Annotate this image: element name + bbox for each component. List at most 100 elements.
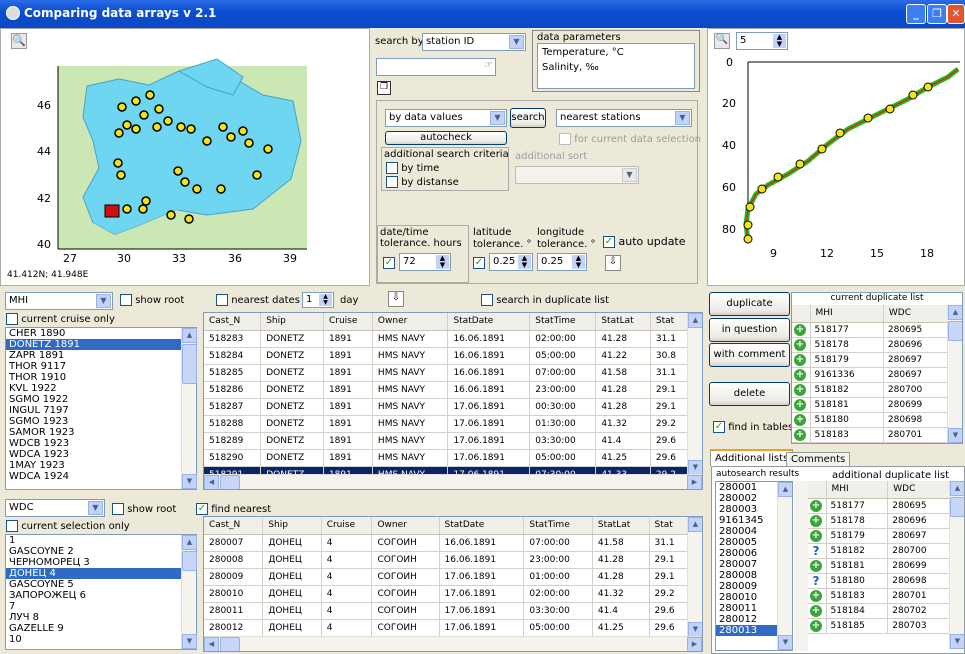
param-item[interactable]: Salinity, ‰ [538,61,694,74]
source-select-bottom[interactable]: WDC ▼ [5,499,105,517]
list-item[interactable]: GAZELLE 9 [6,623,196,634]
column-header[interactable]: Cast_N [204,517,264,535]
additional-sort-select[interactable]: ▼ [515,166,639,184]
table-row[interactable]: 518288 DONETZ 1891 HMS NAVY 17.06.1891 01:30:… [204,415,689,433]
cruise-list[interactable]: CHER 1890 DONETZ 1891 ZAPR 1891 THOR 9117 TH… [5,327,197,490]
by-time-checkbox[interactable]: by time [386,162,439,174]
column-header[interactable]: Owner [372,313,449,331]
list-splitter[interactable] [794,481,808,651]
list-item[interactable]: THOR 9117 [6,361,196,372]
tab-additional-lists[interactable]: Additional lists [710,449,794,466]
in-question-button[interactable]: in question [709,318,790,342]
table-row[interactable]: +518177 280695 [808,498,950,514]
column-header[interactable]: MHI [826,481,889,499]
column-header[interactable]: WDC [883,305,949,323]
list-item[interactable]: ЛУЧ 8 [6,612,196,623]
plus-icon[interactable]: + [810,589,822,602]
list-item[interactable]: 1MAY 1923 [6,460,196,471]
column-header[interactable]: Ship [260,313,324,331]
table-row[interactable]: 280010 ДОНЕЦ 4 СОГОИН 17.06.1891 02:00:00 41.3… [204,585,688,603]
table-row[interactable]: +518178 280696 [808,513,950,529]
longitude-spinner[interactable]: 0.25 ▲ ▼ [537,253,587,271]
plus-icon[interactable]: + [810,529,822,542]
find-nearest-checkbox[interactable]: ✓ find nearest [196,503,271,515]
plus-icon[interactable]: + [794,383,806,396]
find-in-tables-checkbox[interactable]: ✓ find in tables [713,421,793,434]
table-row[interactable]: +518185 280703 [808,618,950,634]
list-item[interactable]: SGMO 1923 [6,416,196,427]
column-header[interactable]: Cast_N [204,313,262,331]
table-row[interactable]: 518284 DONETZ 1891 HMS NAVY 16.06.1891 05:00:… [204,347,689,365]
column-header[interactable]: WDC [887,481,950,499]
arrow-down-icon[interactable]: ⇩ [605,255,621,271]
table-row[interactable]: 280008 ДОНЕЦ 4 СОГОИН 16.06.1891 23:00:00 41.2… [204,551,688,569]
table-row[interactable]: +518181 280699 [792,397,949,413]
latitude-checkbox[interactable]: ✓ [473,257,485,269]
search-in-duplicate-checkbox[interactable]: search in duplicate list [481,294,609,306]
table-row[interactable]: +518183 280701 [792,427,949,443]
table-row[interactable]: 280012 ДОНЕЦ 4 СОГОИН 17.06.1891 05:00:00 41.2… [204,619,688,637]
list-item[interactable]: SAMOR 1923 [6,427,196,438]
duplicate-button[interactable]: duplicate [709,292,790,316]
table-row[interactable]: +518180 280698 [792,412,949,428]
column-header[interactable]: Ship [262,517,322,535]
plus-icon[interactable]: + [810,604,822,617]
table-row[interactable]: 518287 DONETZ 1891 HMS NAVY 17.06.1891 00:30:… [204,398,689,416]
show-root-checkbox-bottom[interactable]: show root [112,503,176,515]
current-cruise-only-checkbox[interactable]: current cruise only [6,313,115,325]
column-header[interactable]: StatLat [592,517,650,535]
table-row[interactable]: +518177 280695 [792,322,949,338]
column-header[interactable]: Stat [650,313,689,331]
plus-icon[interactable]: + [794,338,806,351]
table-row[interactable]: ? 518182 280700 [808,543,950,559]
show-root-checkbox-top[interactable]: show root [120,294,184,306]
plus-icon[interactable]: + [810,514,822,527]
plus-icon[interactable]: + [794,413,806,426]
table-row[interactable]: +518179 280697 [808,528,950,544]
table-row[interactable]: +518179 280697 [792,352,949,368]
column-header[interactable]: StatLat [595,313,651,331]
copy-icon[interactable]: ❐ [377,81,391,95]
plus-icon[interactable]: + [794,353,806,366]
column-header[interactable]: Cruise [321,517,373,535]
list-item[interactable]: GASCOYNE 2 [6,546,196,557]
list-item[interactable]: GASCOYNE 5 [6,579,196,590]
map-svg[interactable] [1,29,369,285]
table-row[interactable]: +518182 280700 [792,382,949,398]
search-by-select[interactable]: station ID ▼ [422,33,526,51]
question-icon[interactable]: ? [810,544,822,558]
selection-list[interactable]: 1 GASCOYNE 2 ЧЕРНОМОРЕЦ 3 ДОНЕЦ 4 GASCOYNE 5… [5,534,197,650]
table-row[interactable]: 280007 ДОНЕЦ 4 СОГОИН 16.06.1891 07:00:00 41.5… [204,534,688,552]
data-parameters-list[interactable]: Temperature, °C Salinity, ‰ [537,43,695,89]
list-item[interactable]: WDCA 1924 [6,471,196,482]
autocheck-button[interactable]: autocheck [385,131,507,145]
table-row[interactable]: ? 518180 280698 [808,573,950,589]
tab-comments[interactable]: Comments [786,452,851,467]
latitude-spinner[interactable]: 0.25 ▲ ▼ [489,253,533,271]
list-item[interactable]: 10 [6,634,196,645]
datetime-checkbox[interactable]: ✓ [383,257,395,269]
table-row[interactable]: +518178 280696 [792,337,949,353]
plus-icon[interactable]: + [810,559,822,572]
list-item[interactable]: DONETZ 1891 [6,339,196,350]
table-row[interactable]: 280011 ДОНЕЦ 4 СОГОИН 17.06.1891 03:30:00 41.4… [204,602,688,620]
current-duplicate-list[interactable]: current duplicate list MHI WDC +518177 2806… [791,292,963,444]
nearest-dates-spinner[interactable]: 1 ▲ ▼ [302,292,334,308]
nearest-dates-checkbox[interactable]: nearest dates ± [216,294,311,306]
column-header[interactable]: Cruise [323,313,373,331]
delete-button[interactable]: delete [709,382,790,406]
table-row[interactable]: +9161336 280697 [792,367,949,383]
list-item[interactable]: INGUL 7197 [6,405,196,416]
list-item[interactable]: ZAPR 1891 [6,350,196,361]
table-row[interactable]: 518286 DONETZ 1891 HMS NAVY 16.06.1891 23:00:… [204,381,689,399]
current-selection-checkbox-row[interactable]: for current data selection [559,133,701,145]
arrow-down-icon[interactable]: ⇩ [388,291,404,307]
plus-icon[interactable]: + [810,499,822,512]
table-row[interactable]: 518289 DONETZ 1891 HMS NAVY 17.06.1891 03:30:… [204,432,689,450]
autosearch-list[interactable]: 280001 280002 280003 9161345 280004 280005 280… [715,481,793,651]
search-mode-select[interactable]: by data values ▼ [385,109,507,127]
list-item[interactable]: WDCB 1923 [6,438,196,449]
table-row[interactable]: 518283 DONETZ 1891 HMS NAVY 16.06.1891 02:00:… [204,330,689,348]
column-header[interactable]: StatTime [523,517,593,535]
list-item[interactable]: CHER 1890 [6,328,196,339]
